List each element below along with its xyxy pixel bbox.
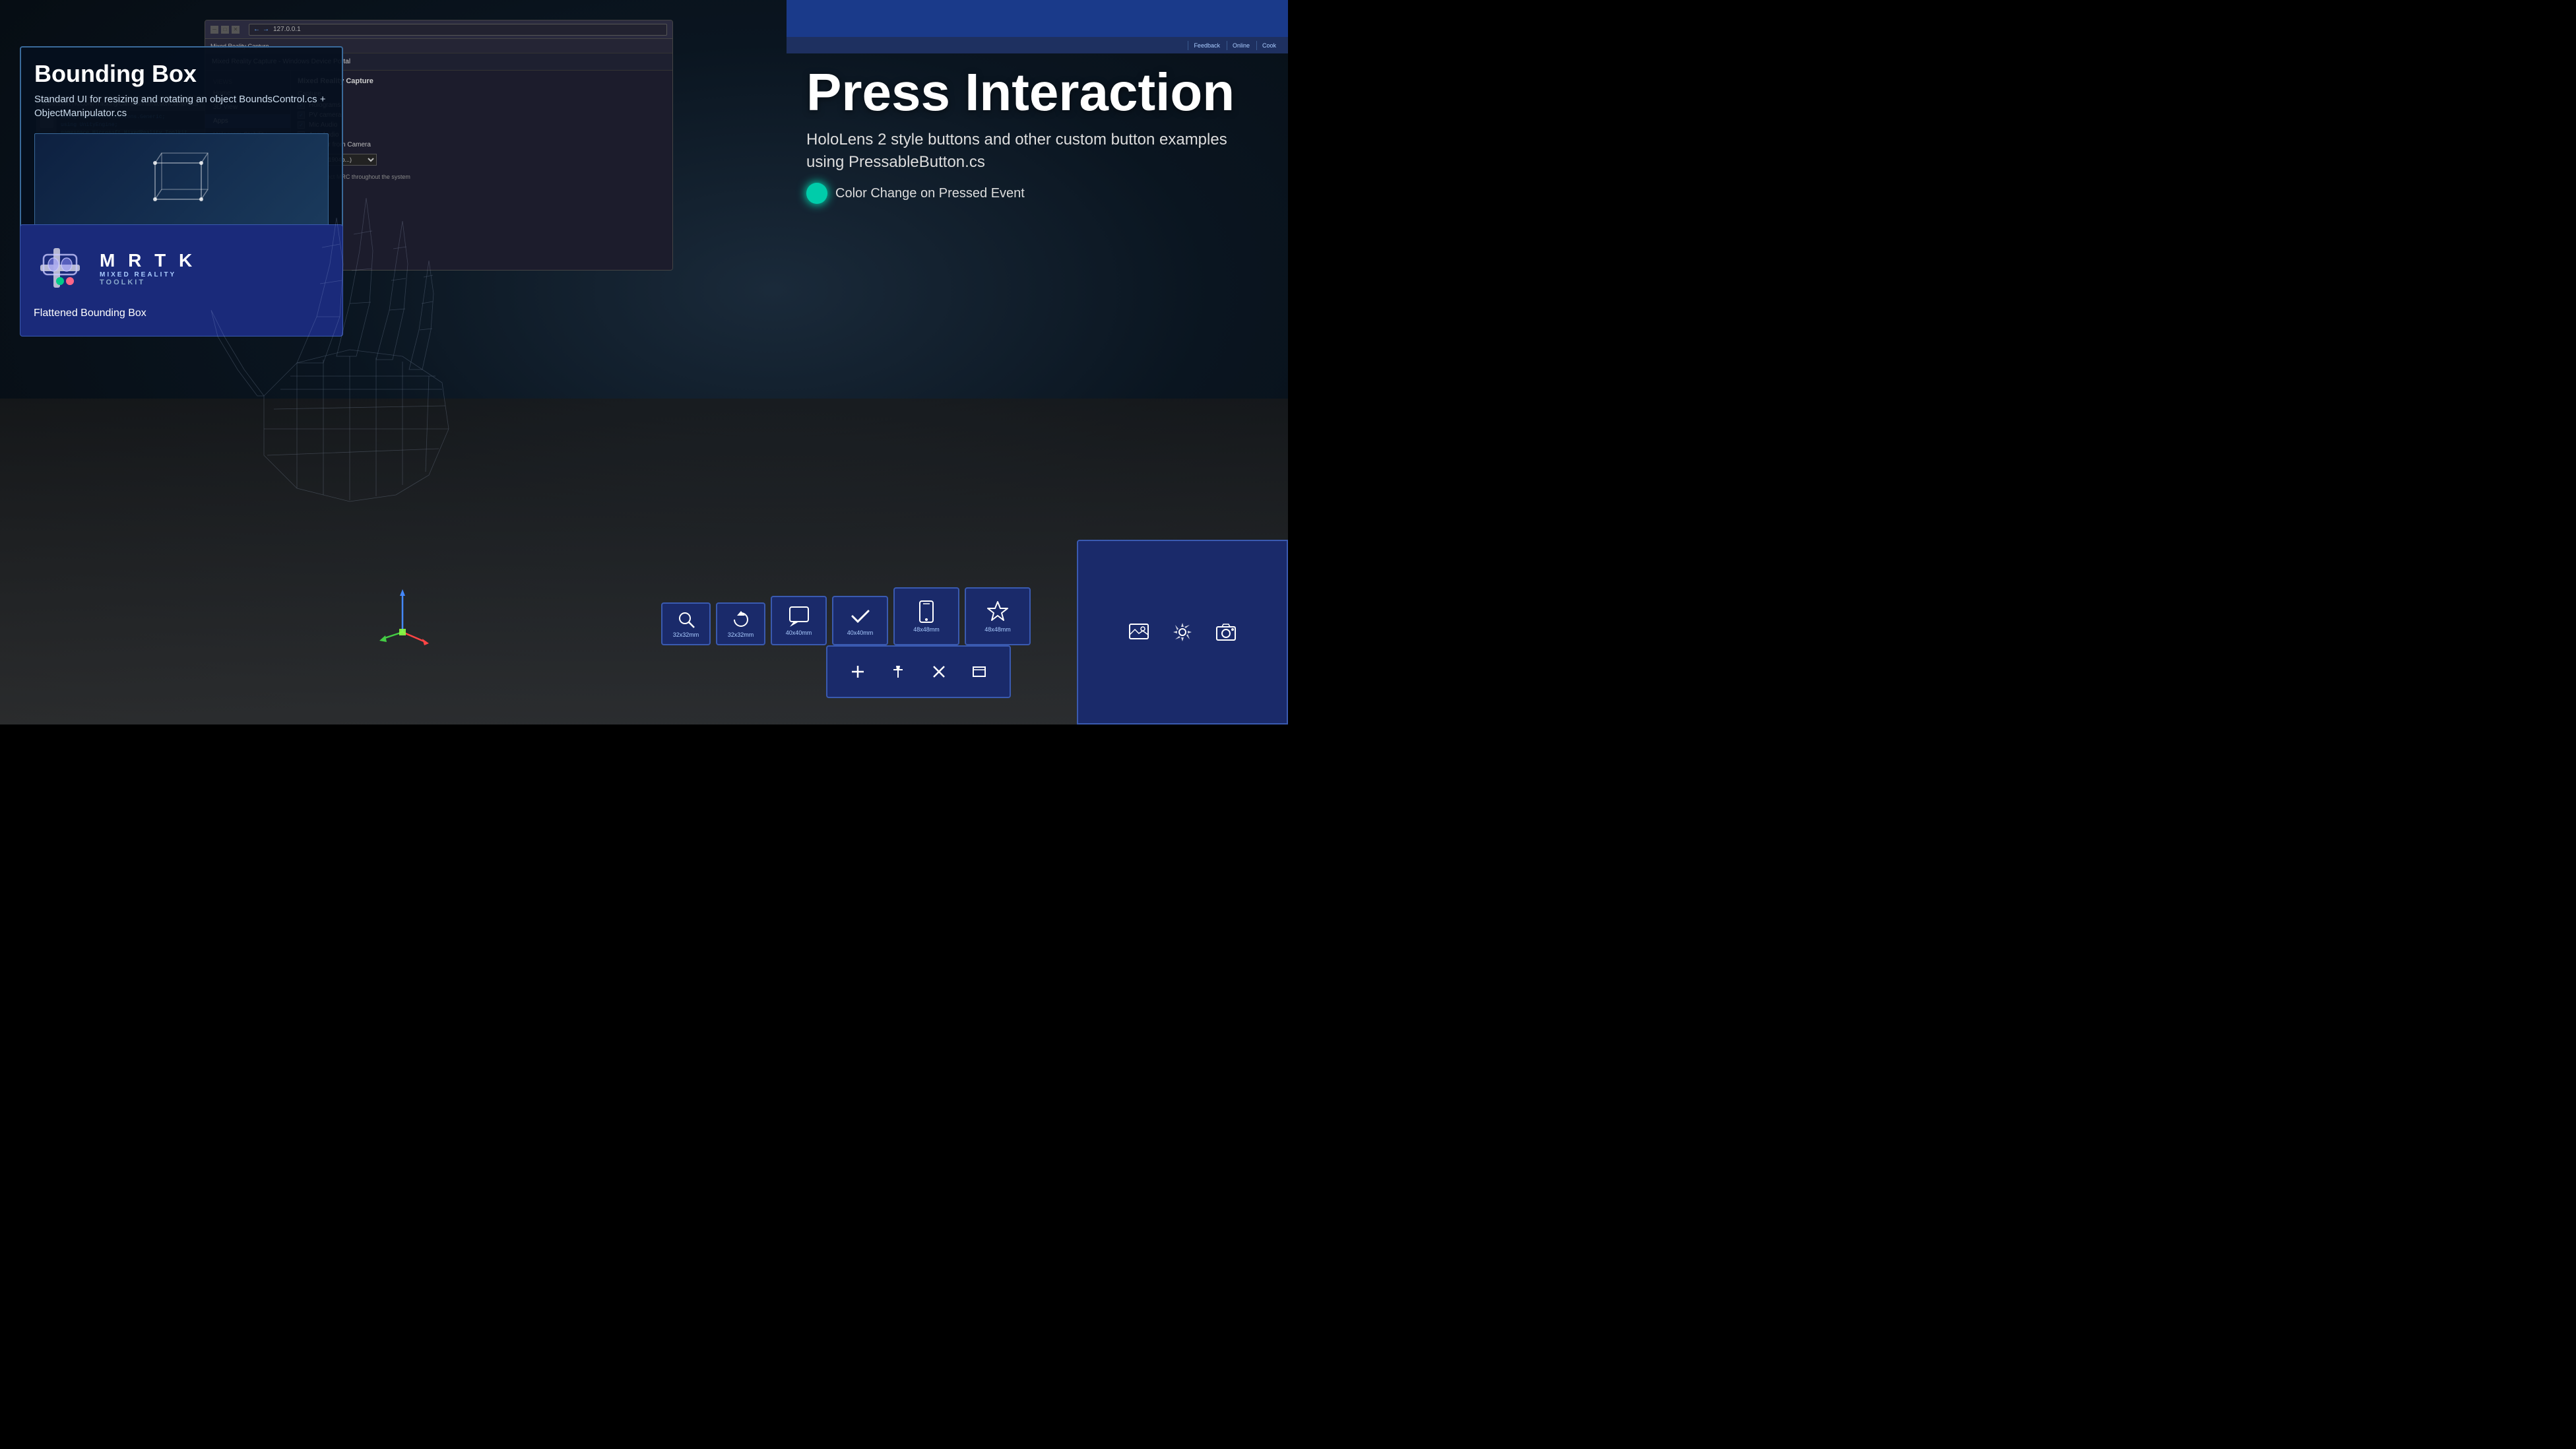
panel-camera-btn[interactable] xyxy=(1209,616,1242,649)
close-btn[interactable]: ✕ xyxy=(232,26,240,34)
holo-button-refresh[interactable]: 32x32mm xyxy=(716,602,765,645)
checkbox-pvcamera[interactable]: ✓ PV camera xyxy=(298,112,666,119)
holo-button-phone[interactable]: 48x48mm xyxy=(893,587,959,645)
window-icon xyxy=(972,664,986,679)
toolbar-plus-btn[interactable] xyxy=(845,659,871,685)
online-status: Online xyxy=(1227,41,1255,50)
gear-icon xyxy=(1172,622,1193,643)
mrtk-footer: Flattened Bounding Box xyxy=(34,307,146,319)
right-panel xyxy=(1077,540,1288,724)
panel-settings-btn[interactable] xyxy=(1166,616,1199,649)
minimize-btn[interactable]: ─ xyxy=(210,26,218,34)
blue-top-overlay xyxy=(787,0,1288,40)
bounding-box-subtitle: Standard UI for resizing and rotating an… xyxy=(34,92,329,120)
hand-mesh xyxy=(165,132,561,627)
holo-button-star[interactable]: 48x48mm xyxy=(965,587,1031,645)
button-grid: 32x32mm 32x32mm 40x40mm 40x40mm 48x48mm xyxy=(661,587,1031,645)
titlebar-buttons: ─ □ ✕ xyxy=(210,26,240,34)
plus-icon xyxy=(851,664,865,679)
star-icon xyxy=(986,600,1010,624)
toolbar-pin-btn[interactable] xyxy=(885,659,911,685)
feedback-bar: Feedback Online Cook xyxy=(787,37,1288,53)
toolbar-window-btn[interactable] xyxy=(966,659,992,685)
axes-svg xyxy=(370,579,435,645)
close-icon xyxy=(932,664,946,679)
color-indicator-dot xyxy=(806,183,827,204)
hand-mesh-svg xyxy=(165,132,561,627)
mrtk-logo-svg xyxy=(34,242,86,294)
button-chat-label: 40x40mm xyxy=(786,629,812,636)
color-change-label: Color Change on Pressed Event xyxy=(835,186,1025,201)
pin-icon xyxy=(891,664,905,679)
checkbox-micaudio[interactable]: ✓ Mic Audio xyxy=(298,121,666,129)
axes-widget xyxy=(370,579,435,645)
button-check-label: 40x40mm xyxy=(847,629,874,636)
cook-label: Cook xyxy=(1256,41,1281,50)
press-interaction-section: Press Interaction HoloLens 2 style butto… xyxy=(806,66,1255,204)
bottom-toolbar xyxy=(826,645,1011,698)
button-star-label: 48x48mm xyxy=(984,626,1011,633)
maximize-btn[interactable]: □ xyxy=(221,26,229,34)
toolbar-close-btn[interactable] xyxy=(926,659,952,685)
holo-button-search[interactable]: 32x32mm xyxy=(661,602,711,645)
button-search-label: 32x32mm xyxy=(673,631,699,638)
mrtk-logo-icon xyxy=(34,242,86,294)
button-phone-label: 48x48mm xyxy=(913,626,940,633)
checkmark-icon xyxy=(850,606,871,627)
checkbox-holograms[interactable]: ✓ Holograms xyxy=(298,102,666,109)
panel-image-btn[interactable] xyxy=(1122,616,1155,649)
bounding-box-title: Bounding Box xyxy=(34,61,329,87)
press-interaction-subtitle: HoloLens 2 style buttons and other custo… xyxy=(806,129,1255,173)
camera-icon xyxy=(1215,622,1237,643)
refresh-icon xyxy=(732,610,750,629)
device-portal-titlebar: ─ □ ✕ ← → 127.0.0.1 xyxy=(205,20,672,39)
holo-button-chat[interactable]: 40x40mm xyxy=(771,596,827,645)
mrc-section-title: Mixed Reality Capture xyxy=(298,77,666,85)
url-bar[interactable]: ← → 127.0.0.1 xyxy=(249,24,667,36)
holo-button-check[interactable]: 40x40mm xyxy=(832,596,888,645)
color-change-row: Color Change on Pressed Event xyxy=(806,183,1255,204)
image-icon xyxy=(1128,622,1149,643)
phone-icon xyxy=(915,600,938,624)
chat-icon xyxy=(789,606,810,627)
feedback-link[interactable]: Feedback xyxy=(1188,41,1225,50)
right-panel-icons xyxy=(1109,602,1256,662)
capture-label: Capture xyxy=(298,90,666,98)
search-icon xyxy=(677,610,695,629)
press-interaction-title: Press Interaction xyxy=(806,66,1255,119)
button-refresh-label: 32x32mm xyxy=(728,631,754,638)
